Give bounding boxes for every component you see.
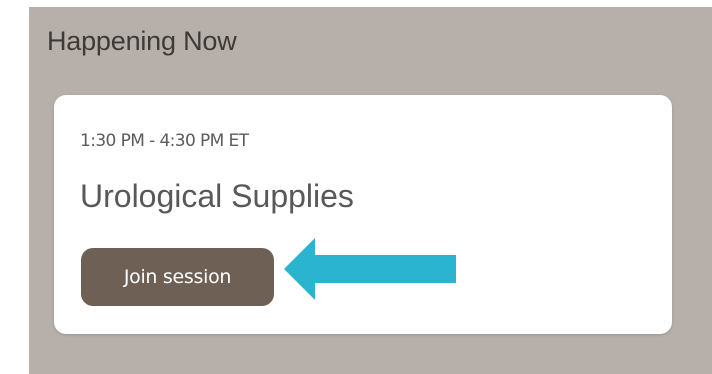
happening-now-panel: Happening Now 1:30 PM - 4:30 PM ET Urolo…	[29, 7, 712, 374]
section-title: Happening Now	[47, 26, 237, 56]
session-time: 1:30 PM - 4:30 PM ET	[80, 131, 249, 151]
session-title: Urological Supplies	[80, 178, 354, 214]
join-session-button[interactable]: Join session	[81, 248, 274, 306]
arrow-left-icon	[284, 238, 456, 300]
